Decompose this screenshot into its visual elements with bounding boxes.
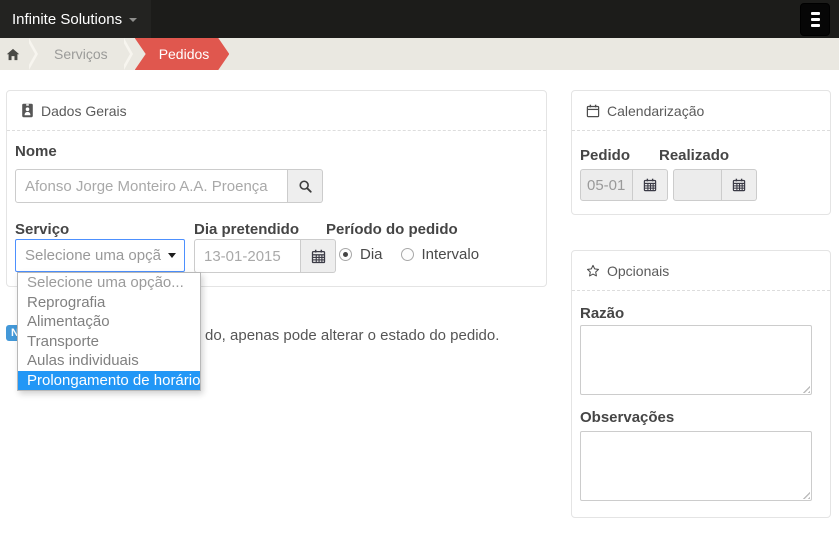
dia-pretendido-input[interactable] [194, 239, 301, 273]
home-icon [6, 48, 20, 61]
radio-dia[interactable] [339, 248, 352, 261]
realizado-calendar-button[interactable] [722, 169, 757, 201]
calendar-icon [311, 249, 326, 264]
dropdown-option[interactable]: Selecione uma opção... [18, 273, 200, 293]
dia-input-group [194, 239, 336, 273]
realizado-date-input[interactable] [673, 169, 722, 201]
brand-menu[interactable]: Infinite Solutions [0, 0, 151, 38]
servico-label: Serviço [15, 221, 69, 238]
pedido-date-input[interactable] [580, 169, 633, 201]
panel-calendarizacao-header: Calendarização [572, 91, 830, 131]
nome-input-group [15, 169, 323, 203]
select-arrow-icon [168, 253, 176, 258]
panel-title: Opcionais [607, 263, 669, 279]
panel-calendarizacao: Calendarização Pedido Realizado [571, 90, 831, 215]
id-badge-icon [21, 103, 34, 118]
breadcrumb: Serviços Pedidos [0, 38, 839, 70]
note-text: do, apenas pode alterar o estado do pedi… [205, 327, 499, 344]
radio-dia-label: Dia [360, 246, 383, 263]
periodo-pedido-label: Período do pedido [326, 221, 458, 238]
breadcrumb-separator-icon [29, 38, 38, 70]
radio-intervalo[interactable] [401, 248, 414, 261]
razao-textarea[interactable] [580, 325, 812, 395]
pedido-input-group [580, 169, 668, 201]
panel-opcionais-header: Opcionais [572, 251, 830, 291]
pedido-label: Pedido [580, 147, 630, 164]
search-button[interactable] [288, 169, 323, 203]
observacoes-label: Observações [580, 409, 674, 426]
dropdown-option[interactable]: Reprografia [18, 293, 200, 313]
dropdown-option[interactable]: Alimentação [18, 312, 200, 332]
breadcrumb-pedidos: Pedidos [135, 38, 230, 70]
panel-title: Dados Gerais [41, 103, 127, 119]
page: Infinite Solutions Serviços Pedidos [0, 0, 839, 539]
calendar-icon [643, 178, 657, 192]
dia-calendar-button[interactable] [301, 239, 336, 273]
panel-opcionais: Opcionais Razão Observações [571, 250, 831, 518]
brand-label: Infinite Solutions [12, 11, 122, 28]
breadcrumb-servicos[interactable]: Serviços [38, 38, 124, 70]
breadcrumb-home[interactable] [0, 38, 29, 70]
dropdown-option-highlighted[interactable]: Prolongamento de horário [18, 371, 200, 391]
periodo-radio-group: Dia Intervalo [339, 246, 489, 263]
breadcrumb-separator-icon [124, 38, 133, 70]
realizado-label: Realizado [659, 147, 729, 164]
dia-pretendido-label: Dia pretendido [194, 221, 299, 238]
nome-input[interactable] [15, 169, 288, 203]
top-navbar: Infinite Solutions [0, 0, 839, 38]
search-icon [298, 179, 313, 194]
menu-toggle-button[interactable] [800, 3, 830, 36]
observacoes-textarea[interactable] [580, 431, 812, 501]
panel-dados-gerais: Dados Gerais Nome Serviço Dia pretendido… [6, 90, 547, 287]
dropdown-option[interactable]: Aulas individuais [18, 351, 200, 371]
pedido-calendar-button[interactable] [633, 169, 668, 201]
star-icon [586, 264, 600, 278]
servico-dropdown-list: Selecione uma opção... Reprografia Alime… [17, 272, 201, 391]
panel-dados-gerais-header: Dados Gerais [7, 91, 546, 131]
calendar-icon [732, 178, 746, 192]
realizado-input-group [673, 169, 757, 201]
panel-title: Calendarização [607, 103, 704, 119]
calendar-icon [586, 104, 600, 118]
servico-select-value: Selecione uma opçã [25, 247, 164, 264]
razao-label: Razão [580, 305, 624, 322]
nome-label: Nome [15, 143, 57, 160]
chevron-down-icon [129, 18, 137, 22]
servico-select[interactable]: Selecione uma opçã [15, 239, 185, 272]
dropdown-option[interactable]: Transporte [18, 332, 200, 352]
radio-intervalo-label: Intervalo [422, 246, 480, 263]
